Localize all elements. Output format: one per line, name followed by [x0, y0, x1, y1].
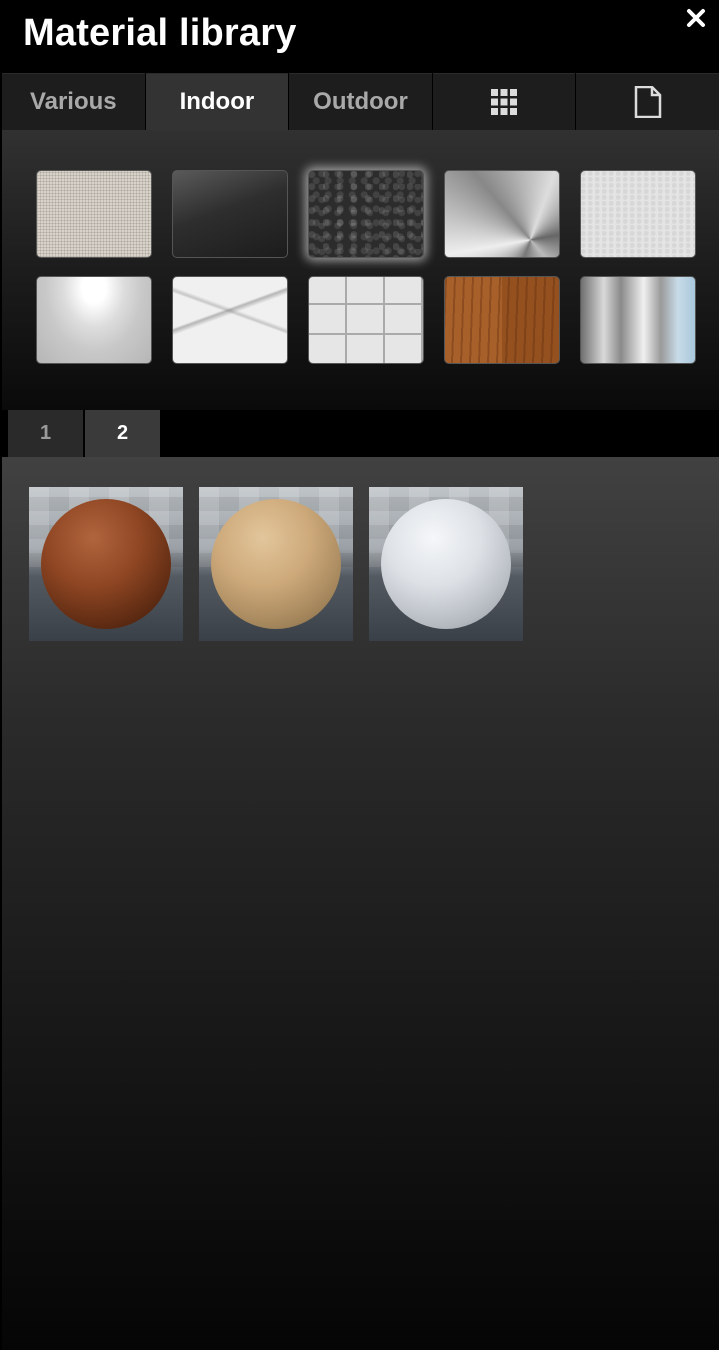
- header: Material library: [0, 0, 719, 73]
- material-swatch-grid: [2, 130, 719, 410]
- tab-various[interactable]: Various: [2, 73, 145, 130]
- page-tab-2[interactable]: 2: [85, 410, 160, 457]
- category-tabs: Various Indoor Outdoor: [2, 73, 719, 130]
- material-thumbnail-tan[interactable]: [199, 487, 353, 641]
- swatch-wood-parquet[interactable]: [444, 276, 560, 364]
- swatch-white-marble[interactable]: [172, 276, 288, 364]
- material-preview-area: [2, 457, 719, 1350]
- material-library-panel: Material library Various Indoor Outdoor: [0, 0, 719, 1350]
- tab-grid-view[interactable]: [432, 73, 576, 130]
- document-icon: [634, 86, 661, 118]
- tab-document[interactable]: [576, 73, 719, 130]
- page-tab-1[interactable]: 1: [8, 410, 83, 457]
- close-icon: [687, 9, 705, 27]
- swatch-dark-glass[interactable]: [172, 170, 288, 258]
- swatch-black-leather[interactable]: [308, 170, 424, 258]
- page-tabs: 1 2: [8, 410, 162, 457]
- swatch-linen[interactable]: [36, 170, 152, 258]
- tab-indoor[interactable]: Indoor: [145, 73, 289, 130]
- terracotta-sphere: [41, 499, 171, 629]
- swatch-brushed-steel[interactable]: [444, 170, 560, 258]
- material-thumbnail-terracotta[interactable]: [29, 487, 183, 641]
- swatch-curtain[interactable]: [580, 276, 696, 364]
- swatch-white-stucco[interactable]: [580, 170, 696, 258]
- swatch-glossy-white[interactable]: [36, 276, 152, 364]
- swatch-white-tiles[interactable]: [308, 276, 424, 364]
- grid-icon: [491, 89, 518, 115]
- white-sphere: [381, 499, 511, 629]
- panel-title: Material library: [23, 12, 297, 54]
- tab-outdoor[interactable]: Outdoor: [289, 73, 432, 130]
- close-button[interactable]: [684, 6, 708, 30]
- material-thumbnail-white[interactable]: [369, 487, 523, 641]
- tan-sphere: [211, 499, 341, 629]
